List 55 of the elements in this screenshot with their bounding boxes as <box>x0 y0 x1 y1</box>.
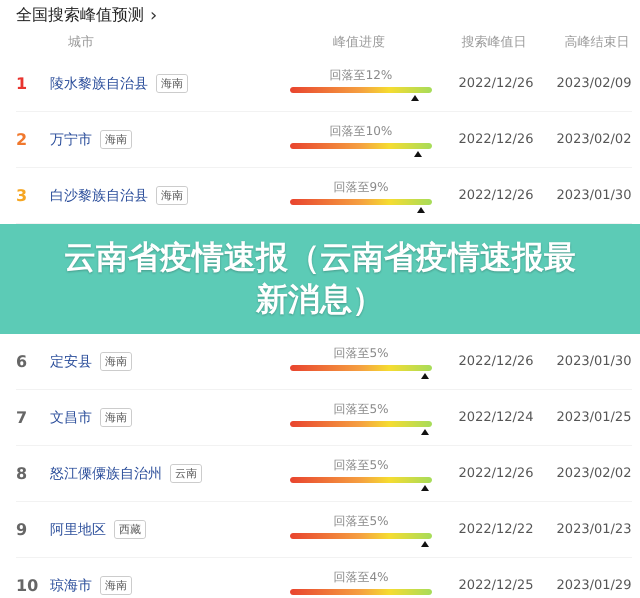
section-title[interactable]: 全国搜索峰值预测 <box>16 4 144 26</box>
province-tag: 海南 <box>100 576 132 595</box>
end-date: 2023/01/29 <box>556 578 632 593</box>
rank-number: 7 <box>16 408 28 427</box>
progress-label: 回落至10% <box>330 122 392 140</box>
province-tag: 西藏 <box>114 520 146 539</box>
progress-label: 回落至4% <box>333 568 389 586</box>
column-header: 搜索峰值日 <box>462 34 526 51</box>
peak-date: 2022/12/26 <box>458 466 534 481</box>
end-date: 2023/01/25 <box>556 410 632 425</box>
banner-headline: 云南省疫情速报（云南省疫情速报最新消息） <box>63 237 577 320</box>
end-date: 2023/01/30 <box>556 188 632 203</box>
city-link[interactable]: 文昌市 <box>50 408 92 426</box>
column-header: 城市 <box>67 34 94 51</box>
province-tag: 海南 <box>100 130 132 149</box>
rank-number: 6 <box>16 352 28 371</box>
city-link[interactable]: 怒江傈僳族自治州 <box>50 464 162 482</box>
peak-date: 2022/12/26 <box>458 354 534 369</box>
city-link[interactable]: 定安县 <box>50 352 92 370</box>
province-tag: 海南 <box>156 74 188 93</box>
progress-label: 回落至9% <box>333 178 389 196</box>
peak-date: 2022/12/26 <box>458 76 534 91</box>
rank-number: 9 <box>16 520 28 539</box>
city-link[interactable]: 万宁市 <box>50 130 92 148</box>
peak-date: 2022/12/22 <box>458 522 534 537</box>
end-date: 2023/02/02 <box>556 132 632 147</box>
column-header: 峰值进度 <box>333 34 385 51</box>
end-date: 2023/01/30 <box>556 354 632 369</box>
chevron-icon[interactable]: › <box>150 4 158 26</box>
rank-number: 8 <box>16 464 28 483</box>
progress-label: 回落至12% <box>330 66 392 84</box>
city-link[interactable]: 白沙黎族自治县 <box>50 186 148 204</box>
peak-date: 2022/12/24 <box>458 410 534 425</box>
progress-label: 回落至5% <box>333 512 389 530</box>
rank-number: 2 <box>16 130 28 149</box>
city-link[interactable]: 琼海市 <box>50 576 92 594</box>
city-link[interactable]: 阿里地区 <box>50 520 106 538</box>
peak-date: 2022/12/26 <box>458 188 534 203</box>
province-tag: 海南 <box>100 352 132 371</box>
province-tag: 云南 <box>170 464 202 483</box>
end-date: 2023/01/23 <box>556 522 632 537</box>
column-header: 高峰结束日 <box>564 34 630 51</box>
end-date: 2023/02/02 <box>556 466 632 481</box>
province-tag: 海南 <box>156 186 188 205</box>
rank-number: 1 <box>16 74 28 93</box>
peak-date: 2022/12/25 <box>458 578 534 593</box>
end-date: 2023/02/09 <box>556 76 632 91</box>
progress-label: 回落至5% <box>333 344 389 362</box>
rank-number: 3 <box>16 186 28 205</box>
progress-label: 回落至5% <box>333 456 389 474</box>
rank-number: 10 <box>16 576 40 595</box>
city-link[interactable]: 陵水黎族自治县 <box>50 74 148 92</box>
peak-date: 2022/12/26 <box>458 132 534 147</box>
province-tag: 海南 <box>100 408 132 427</box>
progress-label: 回落至5% <box>333 400 389 418</box>
